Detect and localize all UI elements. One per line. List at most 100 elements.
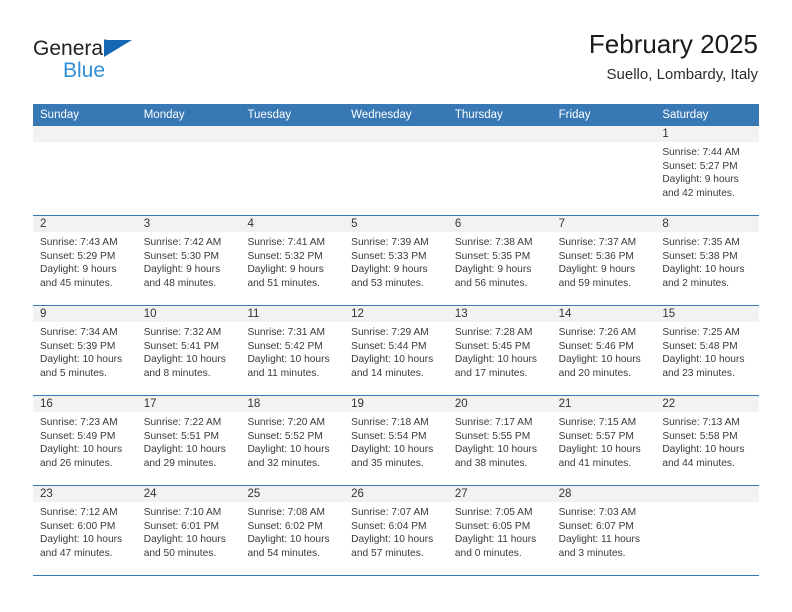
sunset-text: Sunset: 6:02 PM (247, 520, 323, 532)
weekday-header-wednesday: Wednesday (351, 109, 412, 121)
day-cell[interactable]: 3 Sunrise: 7:42 AM Sunset: 5:30 PM Daylight… (136, 216, 241, 305)
day-number: 12 (351, 308, 364, 320)
daylight-text-line2: and 45 minutes. (40, 277, 113, 289)
day-cell[interactable]: 9 Sunrise: 7:34 AM Sunset: 5:39 PM Daylight… (33, 306, 137, 395)
day-cell[interactable]: 28 Sunrise: 7:03 AM Sunset: 6:07 PM Dayligh… (551, 486, 656, 575)
daylight-text-line2: and 44 minutes. (662, 457, 735, 469)
sunset-text: Sunset: 5:54 PM (351, 430, 427, 442)
day-cell[interactable]: 7 Sunrise: 7:37 AM Sunset: 5:36 PM Daylight… (551, 216, 656, 305)
sunset-text: Sunset: 6:00 PM (40, 520, 116, 532)
day-cell[interactable]: 26 Sunrise: 7:07 AM Sunset: 6:04 PM Dayligh… (344, 486, 448, 575)
day-number-band: 8 (655, 216, 760, 233)
day-cell-empty (551, 126, 656, 215)
day-cell[interactable]: 21 Sunrise: 7:15 AM Sunset: 5:57 PM Dayligh… (551, 396, 656, 485)
day-cell[interactable]: 6 Sunrise: 7:38 AM Sunset: 5:35 PM Daylight… (447, 216, 552, 305)
day-details: Sunrise: 7:26 AM Sunset: 5:46 PM Daylight:… (552, 323, 656, 380)
day-number-band (447, 126, 552, 143)
day-cell[interactable]: 25 Sunrise: 7:08 AM Sunset: 6:02 PM Dayligh… (240, 486, 345, 575)
sunset-text: Sunset: 5:58 PM (662, 430, 738, 442)
day-number: 2 (40, 218, 47, 230)
sunset-text: Sunset: 5:32 PM (247, 250, 323, 262)
day-cell[interactable]: 1 Sunrise: 7:44 AM Sunset: 5:27 PM Daylight… (655, 126, 760, 215)
day-cell[interactable]: 17 Sunrise: 7:22 AM Sunset: 5:51 PM Dayligh… (136, 396, 241, 485)
daylight-text-line1: Daylight: 10 hours (40, 444, 123, 456)
day-cell[interactable]: 15 Sunrise: 7:25 AM Sunset: 5:48 PM Dayligh… (655, 306, 760, 395)
daylight-text-line1: Daylight: 10 hours (40, 354, 123, 366)
weekday-header-saturday: Saturday (662, 109, 709, 121)
page-subtitle: Suello, Lombardy, Italy (606, 66, 758, 83)
calendar-grid: Sunday Monday Tuesday Wednesday Thursday… (33, 104, 760, 576)
daylight-text-line2: and 14 minutes. (351, 367, 424, 379)
day-cell[interactable]: 13 Sunrise: 7:28 AM Sunset: 5:45 PM Dayligh… (447, 306, 552, 395)
day-number-band: 24 (136, 486, 241, 503)
day-details: Sunrise: 7:28 AM Sunset: 5:45 PM Daylight:… (448, 323, 552, 380)
sunrise-text: Sunrise: 7:15 AM (558, 417, 637, 428)
daylight-text-line1: Daylight: 9 hours (662, 174, 739, 186)
day-cell[interactable]: 5 Sunrise: 7:39 AM Sunset: 5:33 PM Daylight… (344, 216, 448, 305)
day-details: Sunrise: 7:34 AM Sunset: 5:39 PM Daylight:… (33, 323, 137, 380)
day-details: Sunrise: 7:13 AM Sunset: 5:58 PM Daylight:… (655, 413, 759, 470)
day-cell[interactable]: 14 Sunrise: 7:26 AM Sunset: 5:46 PM Dayligh… (551, 306, 656, 395)
day-cell[interactable]: 22 Sunrise: 7:13 AM Sunset: 5:58 PM Dayligh… (655, 396, 760, 485)
day-details: Sunrise: 7:18 AM Sunset: 5:54 PM Daylight:… (344, 413, 448, 470)
day-details: Sunrise: 7:43 AM Sunset: 5:29 PM Daylight:… (33, 233, 137, 290)
day-cell-empty (240, 126, 345, 215)
day-number: 22 (662, 398, 676, 410)
sunrise-text: Sunrise: 7:07 AM (351, 507, 429, 518)
day-number: 4 (247, 218, 254, 230)
day-cell-empty (655, 486, 760, 575)
day-number: 11 (247, 308, 260, 320)
sunrise-text: Sunrise: 7:03 AM (558, 507, 637, 518)
day-cell[interactable]: 11 Sunrise: 7:31 AM Sunset: 5:42 PM Dayligh… (240, 306, 345, 395)
week-row: 9 Sunrise: 7:34 AM Sunset: 5:39 PM Daylight… (33, 306, 760, 396)
daylight-text-line1: Daylight: 9 hours (454, 264, 532, 276)
day-cell[interactable]: 19 Sunrise: 7:18 AM Sunset: 5:54 PM Dayligh… (344, 396, 448, 485)
day-number: 26 (351, 488, 364, 500)
weekday-header-thursday: Thursday (454, 109, 503, 121)
daylight-text-line2: and 56 minutes. (454, 277, 528, 289)
day-cell[interactable]: 16 Sunrise: 7:23 AM Sunset: 5:49 PM Dayligh… (33, 396, 137, 485)
daylight-text-line2: and 50 minutes. (143, 547, 217, 559)
daylight-text-line2: and 53 minutes. (351, 277, 424, 289)
day-cell[interactable]: 18 Sunrise: 7:20 AM Sunset: 5:52 PM Dayligh… (240, 396, 345, 485)
sunset-text: Sunset: 6:05 PM (454, 520, 531, 532)
sunset-text: Sunset: 5:57 PM (558, 430, 634, 442)
sunrise-text: Sunrise: 7:08 AM (247, 507, 326, 518)
daylight-text-line2: and 59 minutes. (558, 277, 632, 289)
day-cell[interactable]: 10 Sunrise: 7:32 AM Sunset: 5:41 PM Dayligh… (136, 306, 241, 395)
day-cell[interactable]: 8 Sunrise: 7:35 AM Sunset: 5:38 PM Daylight… (655, 216, 760, 305)
day-details: Sunrise: 7:37 AM Sunset: 5:36 PM Daylight:… (552, 233, 656, 290)
sunrise-text: Sunrise: 7:28 AM (454, 327, 533, 338)
day-details: Sunrise: 7:08 AM Sunset: 6:02 PM Daylight:… (240, 503, 344, 560)
day-cell[interactable]: 23 Sunrise: 7:12 AM Sunset: 6:00 PM Dayligh… (33, 486, 137, 575)
day-number-band: 25 (240, 486, 345, 503)
day-number: 10 (143, 308, 157, 320)
daylight-text-line1: Daylight: 9 hours (40, 264, 117, 276)
sunset-text: Sunset: 5:52 PM (247, 430, 323, 442)
daylight-text-line2: and 51 minutes. (247, 277, 320, 289)
daylight-text-line1: Daylight: 10 hours (143, 534, 226, 546)
day-cell[interactable]: 24 Sunrise: 7:10 AM Sunset: 6:01 PM Dayligh… (136, 486, 241, 575)
sunset-text: Sunset: 6:07 PM (558, 520, 634, 532)
sunrise-text: Sunrise: 7:41 AM (247, 237, 326, 248)
day-number-band: 10 (136, 306, 241, 323)
weeks-container: 1 Sunrise: 7:44 AM Sunset: 5:27 PM Daylight… (33, 126, 760, 576)
day-cell[interactable]: 20 Sunrise: 7:17 AM Sunset: 5:55 PM Dayligh… (447, 396, 552, 485)
day-cell[interactable]: 12 Sunrise: 7:29 AM Sunset: 5:44 PM Dayligh… (344, 306, 448, 395)
daylight-text-line2: and 47 minutes. (40, 547, 113, 559)
day-number: 1 (662, 128, 669, 140)
day-details: Sunrise: 7:35 AM Sunset: 5:38 PM Daylight:… (655, 233, 759, 290)
day-cell[interactable]: 2 Sunrise: 7:43 AM Sunset: 5:29 PM Daylight… (33, 216, 137, 305)
day-cell[interactable]: 4 Sunrise: 7:41 AM Sunset: 5:32 PM Daylight… (240, 216, 345, 305)
weekday-header-tuesday: Tuesday (247, 109, 292, 121)
sunrise-text: Sunrise: 7:12 AM (40, 507, 118, 518)
sunset-text: Sunset: 5:44 PM (351, 340, 427, 352)
sunrise-text: Sunrise: 7:26 AM (558, 327, 637, 338)
sunrise-text: Sunrise: 7:05 AM (454, 507, 533, 518)
day-number-band: 28 (551, 486, 656, 503)
sunrise-text: Sunrise: 7:37 AM (558, 237, 637, 248)
day-number-band: 2 (33, 216, 137, 233)
day-cell[interactable]: 27 Sunrise: 7:05 AM Sunset: 6:05 PM Dayligh… (447, 486, 552, 575)
daylight-text-line1: Daylight: 9 hours (558, 264, 636, 276)
day-number-band (240, 126, 345, 143)
